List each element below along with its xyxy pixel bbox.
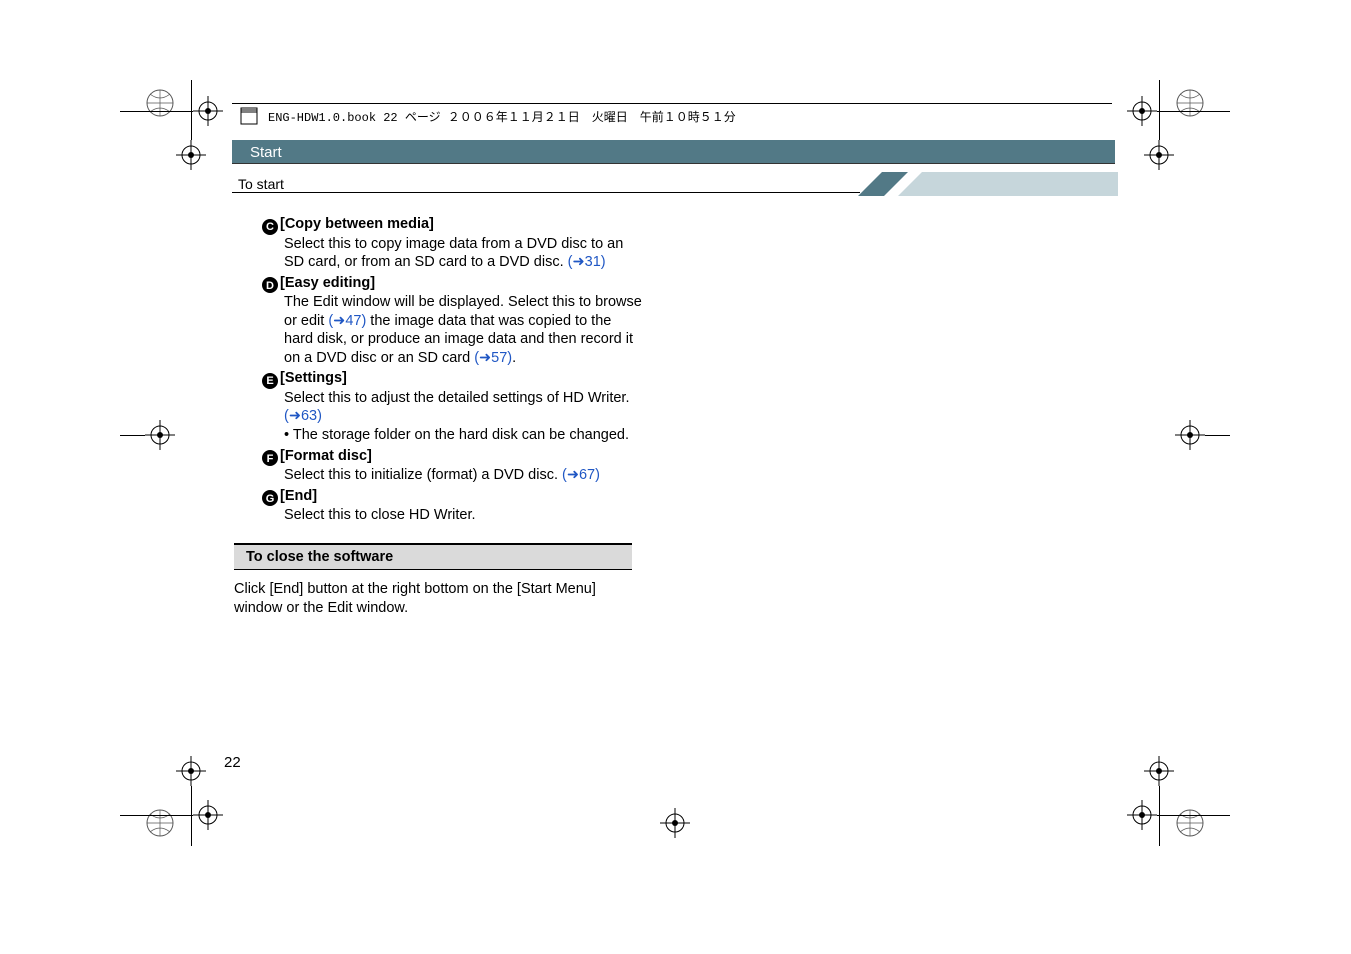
book-file-header: ENG-HDW1.0.book 22 ページ ２００６年１１月２１日 火曜日 午… bbox=[240, 107, 736, 125]
bullet-note: The storage folder on the hard disk can … bbox=[262, 426, 642, 445]
close-section-body: Click [End] button at the right bottom o… bbox=[234, 570, 632, 617]
registration-mark-icon bbox=[145, 420, 175, 450]
registration-mark-icon bbox=[176, 756, 206, 786]
page-ref-link[interactable]: (➜47) bbox=[328, 313, 366, 329]
item-title: [End] bbox=[280, 488, 317, 504]
item-settings: E[Settings] Select this to adjust the de… bbox=[262, 369, 642, 444]
document-page: ENG-HDW1.0.book 22 ページ ２００６年１１月２１日 火曜日 午… bbox=[0, 0, 1351, 954]
close-section-header: To close the software bbox=[234, 543, 632, 571]
registration-mark-icon bbox=[1127, 800, 1157, 830]
globe-icon bbox=[1175, 88, 1205, 118]
accent-stripe bbox=[858, 172, 1118, 196]
registration-mark-icon bbox=[1144, 756, 1174, 786]
badge-e-icon: E bbox=[262, 373, 278, 389]
registration-mark-icon bbox=[1144, 140, 1174, 170]
badge-c-icon: C bbox=[262, 219, 278, 235]
crop-line bbox=[120, 815, 193, 816]
page-ref-link[interactable]: (➜31) bbox=[568, 254, 606, 270]
content-column: C[Copy between media] Select this to cop… bbox=[262, 215, 642, 617]
header-rule bbox=[232, 103, 1112, 104]
registration-mark-icon bbox=[1127, 96, 1157, 126]
crop-line bbox=[191, 80, 192, 140]
book-header-text: ENG-HDW1.0.book 22 ページ ２００６年１１月２１日 火曜日 午… bbox=[268, 108, 736, 125]
crop-line bbox=[191, 786, 192, 846]
item-end: G[End] Select this to close HD Writer. bbox=[262, 487, 642, 525]
badge-g-icon: G bbox=[262, 490, 278, 506]
close-software-section: To close the software Click [End] button… bbox=[262, 543, 662, 618]
globe-icon bbox=[1175, 808, 1205, 838]
page-ref-link[interactable]: (➜57) bbox=[474, 350, 512, 366]
crop-line bbox=[1205, 435, 1230, 436]
item-body-text: . bbox=[512, 350, 516, 366]
globe-icon bbox=[145, 808, 175, 838]
subsection-rule bbox=[232, 192, 860, 193]
page-number: 22 bbox=[224, 754, 241, 771]
registration-mark-icon bbox=[660, 808, 690, 838]
registration-mark-icon bbox=[176, 140, 206, 170]
section-bar bbox=[232, 140, 1115, 164]
crop-line bbox=[120, 111, 193, 112]
section-title: Start bbox=[250, 144, 282, 161]
registration-mark-icon bbox=[193, 96, 223, 126]
subsection-title: To start bbox=[238, 176, 284, 192]
crop-line bbox=[1159, 80, 1160, 140]
item-copy-between-media: C[Copy between media] Select this to cop… bbox=[262, 215, 642, 272]
item-format-disc: F[Format disc] Select this to initialize… bbox=[262, 447, 642, 485]
badge-f-icon: F bbox=[262, 450, 278, 466]
page-ref-link[interactable]: (➜67) bbox=[562, 467, 600, 483]
registration-mark-icon bbox=[1175, 420, 1205, 450]
crop-line bbox=[1157, 815, 1230, 816]
item-body-text: Select this to adjust the detailed setti… bbox=[284, 390, 630, 406]
item-title: [Format disc] bbox=[280, 448, 372, 464]
item-title: [Copy between media] bbox=[280, 216, 434, 232]
badge-d-icon: D bbox=[262, 277, 278, 293]
page-ref-link[interactable]: (➜63) bbox=[284, 408, 322, 424]
crop-line bbox=[1159, 786, 1160, 846]
crop-line bbox=[1157, 111, 1230, 112]
book-icon bbox=[240, 107, 258, 125]
item-body-text: Select this to close HD Writer. bbox=[284, 507, 476, 523]
item-title: [Easy editing] bbox=[280, 275, 375, 291]
item-title: [Settings] bbox=[280, 370, 347, 386]
item-body-text: Select this to initialize (format) a DVD… bbox=[284, 467, 562, 483]
item-easy-editing: D[Easy editing] The Edit window will be … bbox=[262, 274, 642, 368]
registration-mark-icon bbox=[193, 800, 223, 830]
globe-icon bbox=[145, 88, 175, 118]
crop-line bbox=[120, 435, 145, 436]
